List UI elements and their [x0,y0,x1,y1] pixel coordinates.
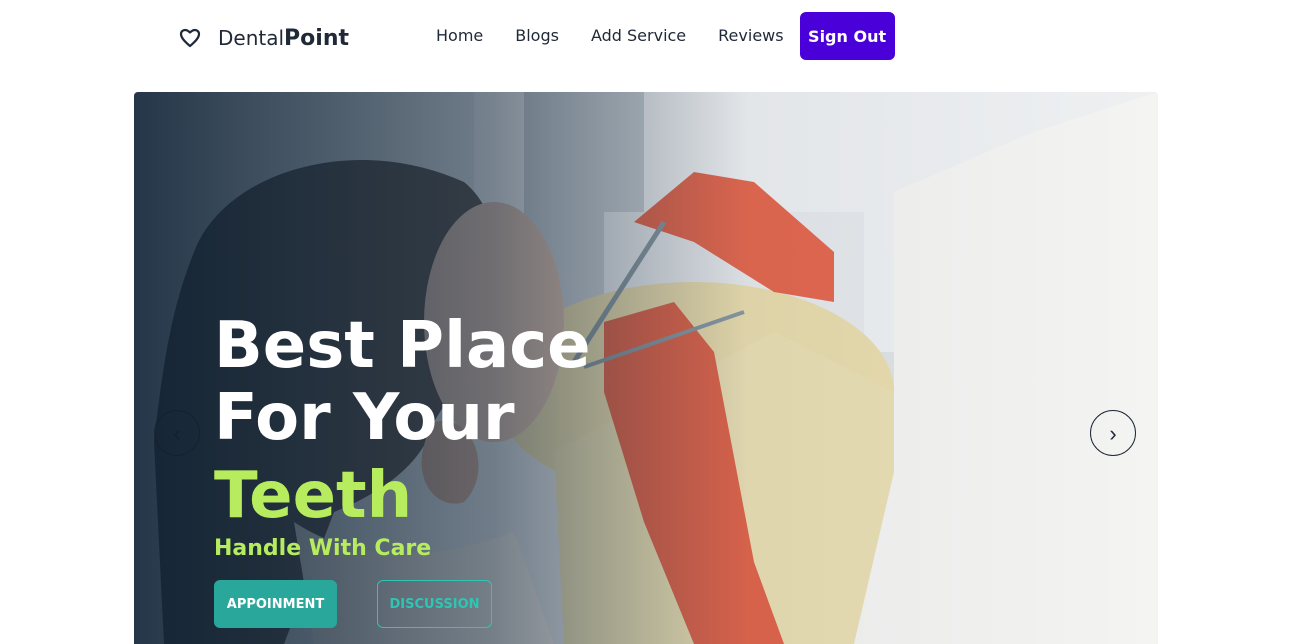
carousel-next-button[interactable]: › [1090,410,1136,456]
main-nav: Home Blogs Add Service Reviews Sign Out [420,12,895,60]
nav-add-service[interactable]: Add Service [575,12,702,60]
brand-bold: Point [284,25,350,51]
tooth-heart-icon [179,28,201,48]
appointment-button[interactable]: APPOINMENT [214,580,337,628]
brand[interactable]: DentalPoint [178,24,349,52]
hero-tagline: Handle With Care [214,536,432,561]
nav-reviews[interactable]: Reviews [702,12,799,60]
headline-line-2: For Your [214,381,515,455]
nav-home[interactable]: Home [420,12,499,60]
nav-blogs[interactable]: Blogs [499,12,575,60]
navbar: DentalPoint Home Blogs Add Service Revie… [0,0,1289,72]
brand-prefix: Dental [218,25,285,50]
discussion-button[interactable]: DISCUSSION [377,580,492,628]
headline-line-3: Teeth [214,459,413,533]
hero-headline: Best Place For Your Teeth [214,310,591,532]
hero-carousel: Best Place For Your Teeth Handle With Ca… [134,92,1158,644]
headline-line-1: Best Place [214,309,591,383]
brand-name: DentalPoint [218,26,349,51]
carousel-prev-button[interactable]: ‹ [154,410,200,456]
sign-out-button[interactable]: Sign Out [799,12,895,60]
